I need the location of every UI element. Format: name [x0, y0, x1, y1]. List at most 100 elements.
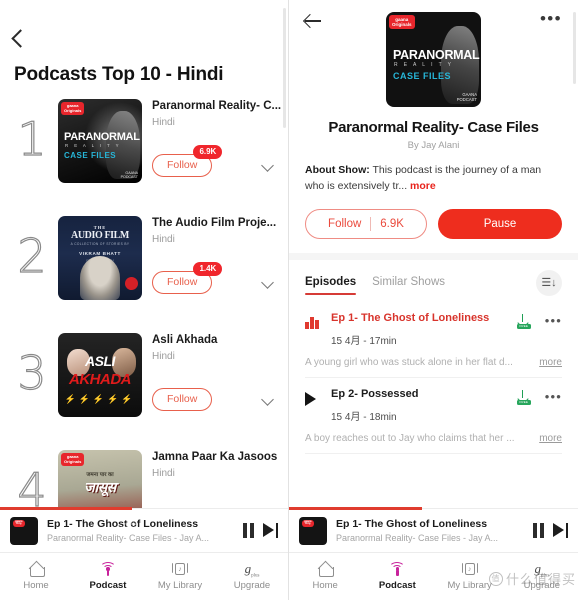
- cover-art-subtitle: R E A L I T Y: [65, 143, 121, 148]
- cover-art-tagline: CASE FILES: [393, 71, 452, 81]
- list-item-actions: Follow 1.4K: [152, 262, 288, 294]
- episode-more-link[interactable]: more: [539, 433, 562, 444]
- cover-art-title: ASLI: [85, 353, 115, 369]
- nav-item-upgrade[interactable]: gplus Upgrade: [216, 553, 288, 600]
- show-author: By Jay Alani: [407, 140, 460, 151]
- list-item-meta: The Audio Film Proje... Hindi Follow 1.4…: [142, 213, 288, 294]
- nav-label: Home: [23, 580, 49, 591]
- cover-art-subtitle: R E A L I T Y: [394, 62, 454, 68]
- cover-art-bolts-icon: ⚡⚡⚡⚡⚡: [64, 394, 136, 404]
- nav-item-my-library[interactable]: ♪ My Library: [434, 553, 506, 600]
- cover-art-subtitle: जमना पार का: [86, 472, 114, 478]
- about-show: About Show: This podcast is the journey …: [289, 151, 578, 195]
- follow-label: Follow: [328, 217, 362, 230]
- list-item-meta: Jamna Paar Ka Jasoos Hindi: [142, 447, 288, 479]
- detail-actions: Follow 6.9K Pause: [289, 195, 578, 239]
- podcast-thumbnail[interactable]: gaana Originals PARANORMAL R E A L I T Y …: [58, 99, 142, 183]
- more-horizontal-icon[interactable]: •••: [545, 314, 562, 327]
- tab-similar-shows[interactable]: Similar Shows: [372, 276, 445, 295]
- pause-icon[interactable]: [243, 523, 254, 538]
- episode-title: Ep 2- Possessed: [331, 387, 419, 400]
- nav-label: Upgrade: [523, 580, 561, 591]
- episode-description-row: A young girl who was stuck alone in her …: [305, 357, 562, 368]
- podcast-thumbnail[interactable]: ASLI AKHADA ⚡⚡⚡⚡⚡: [58, 333, 142, 417]
- library-icon: ♪: [172, 562, 188, 576]
- show-artwork: gaana Originals PARANORMAL R E A L I T Y …: [386, 12, 481, 107]
- left-bottom-area: gaana Orig Ep 1- The Ghost of Loneliness …: [0, 507, 288, 600]
- rank-number: 2: [17, 228, 47, 283]
- originals-badge-icon: gaana Originals: [61, 102, 85, 116]
- follower-count-badge: 6.9K: [193, 145, 223, 159]
- list-item-meta: Asli Akhada Hindi Follow: [142, 330, 288, 411]
- list-item[interactable]: 3 ASLI AKHADA ⚡⚡⚡⚡⚡ Asli Akhada Hindi Fo…: [0, 330, 288, 447]
- podcast-title: Paranormal Reality- C...: [152, 100, 282, 112]
- list-item[interactable]: Ep 1- The Ghost of Loneliness 15 4月 - 17…: [305, 302, 562, 378]
- chevron-down-icon[interactable]: [261, 158, 274, 172]
- rank-number: 3: [17, 345, 47, 400]
- arrow-left-icon[interactable]: [305, 14, 323, 28]
- mini-player[interactable]: gaana Orig Ep 1- The Ghost of Loneliness …: [289, 507, 578, 552]
- more-horizontal-icon[interactable]: •••: [540, 10, 562, 27]
- tab-bar: Episodes Similar Shows ☰↓: [289, 260, 578, 302]
- podcast-thumbnail[interactable]: THE AUDIO FILM A COLLECTION OF STORIES BY…: [58, 216, 142, 300]
- originals-badge-icon: gaana Orig: [302, 519, 314, 528]
- episode-more-link[interactable]: more: [539, 357, 562, 368]
- follow-wrapper: Follow: [152, 388, 213, 411]
- nav-item-my-library[interactable]: ♪ My Library: [144, 553, 216, 600]
- download-icon[interactable]: FREE: [516, 389, 531, 405]
- nav-label: Home: [312, 580, 338, 591]
- chevron-down-icon[interactable]: [261, 392, 274, 406]
- download-free-tag: FREE: [516, 323, 531, 329]
- nav-label: My Library: [447, 580, 492, 591]
- list-item[interactable]: 1 gaana Originals PARANORMAL R E A L I T …: [0, 96, 288, 213]
- right-scrollbar[interactable]: [573, 12, 576, 84]
- cover-art-title: PARANORMAL: [64, 131, 140, 143]
- follower-count-badge: 1.4K: [193, 262, 223, 276]
- next-track-icon[interactable]: [553, 523, 568, 538]
- nav-item-podcast[interactable]: Podcast: [361, 553, 433, 600]
- next-track-icon[interactable]: [263, 523, 278, 538]
- chevron-down-icon[interactable]: [261, 275, 274, 289]
- nav-item-home[interactable]: Home: [0, 553, 72, 600]
- follow-count: 6.9K: [380, 217, 404, 230]
- pause-icon[interactable]: [533, 523, 544, 538]
- show-title: Paranormal Reality- Case Files: [328, 119, 539, 136]
- podcast-language: Hindi: [152, 468, 175, 479]
- nav-item-upgrade[interactable]: gplus Upgrade: [506, 553, 578, 600]
- play-icon[interactable]: [305, 388, 331, 406]
- app-screen: Podcasts Top 10 - Hindi 1 gaana Originals…: [0, 0, 578, 600]
- cover-art-figure: [80, 256, 120, 300]
- follow-button[interactable]: Follow: [152, 388, 213, 411]
- now-playing-equalizer-icon[interactable]: [305, 312, 331, 329]
- gaana-plus-icon: gplus: [534, 561, 550, 579]
- nav-label: My Library: [157, 580, 203, 591]
- left-back-button[interactable]: [0, 0, 288, 50]
- mini-player-artwork: gaana Orig: [299, 516, 327, 545]
- pause-button[interactable]: Pause: [438, 208, 562, 239]
- podcast-icon: [100, 562, 116, 576]
- episode-header: Ep 2- Possessed 15 4月 - 18min FREE •••: [305, 388, 562, 423]
- nav-label: Podcast: [378, 580, 416, 591]
- nav-item-home[interactable]: Home: [289, 553, 361, 600]
- nav-label: Upgrade: [233, 580, 271, 591]
- gaana-podcast-logo-icon: GAANA PODCAST: [456, 92, 477, 103]
- podcast-list-panel: Podcasts Top 10 - Hindi 1 gaana Originals…: [0, 0, 289, 600]
- more-horizontal-icon[interactable]: •••: [545, 390, 562, 403]
- bottom-navbar: Home Podcast ♪ My Library gplus Upgrade: [289, 552, 578, 600]
- follow-button[interactable]: Follow 6.9K: [305, 208, 427, 239]
- list-item[interactable]: Ep 2- Possessed 15 4月 - 18min FREE ••• A…: [305, 378, 562, 454]
- sort-descending-icon[interactable]: ☰↓: [536, 269, 562, 296]
- nav-item-podcast[interactable]: Podcast: [72, 553, 144, 600]
- mini-player[interactable]: gaana Orig Ep 1- The Ghost of Loneliness …: [0, 507, 288, 552]
- episode-actions: FREE •••: [516, 388, 562, 405]
- divider: [370, 216, 372, 231]
- about-more-link[interactable]: more: [410, 180, 436, 192]
- list-item[interactable]: 2 THE AUDIO FILM A COLLECTION OF STORIES …: [0, 213, 288, 330]
- download-icon[interactable]: FREE: [516, 313, 531, 329]
- originals-badge-icon: gaana Originals: [61, 453, 85, 467]
- episode-meta: 15 4月 - 18min: [331, 411, 397, 423]
- mini-player-subtitle: Paranormal Reality- Case Files - Jay A..…: [47, 533, 210, 543]
- cover-art-title: जासूस: [84, 479, 116, 495]
- tab-episodes[interactable]: Episodes: [305, 276, 357, 296]
- mini-player-title: Ep 1- The Ghost of Loneliness: [47, 518, 199, 530]
